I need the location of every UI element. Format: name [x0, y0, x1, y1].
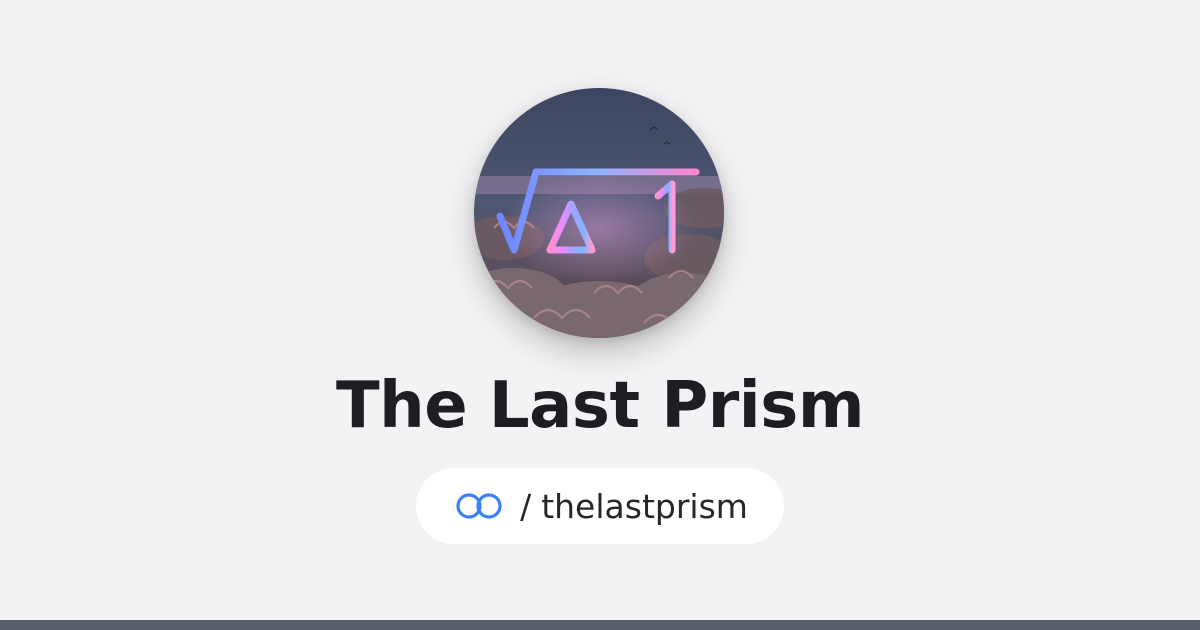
profile-share-card: The Last Prism / thelastprism: [0, 0, 1200, 630]
profile-handle: thelastprism: [541, 486, 748, 526]
handle-separator: /: [520, 486, 532, 526]
page-title: The Last Prism: [335, 369, 865, 443]
interlocked-rings-icon: [452, 491, 506, 521]
bottom-accent-bar: [0, 620, 1200, 630]
profile-handle-link[interactable]: / thelastprism: [416, 468, 784, 544]
avatar: [474, 88, 724, 338]
prism-logo-image: [474, 88, 724, 338]
